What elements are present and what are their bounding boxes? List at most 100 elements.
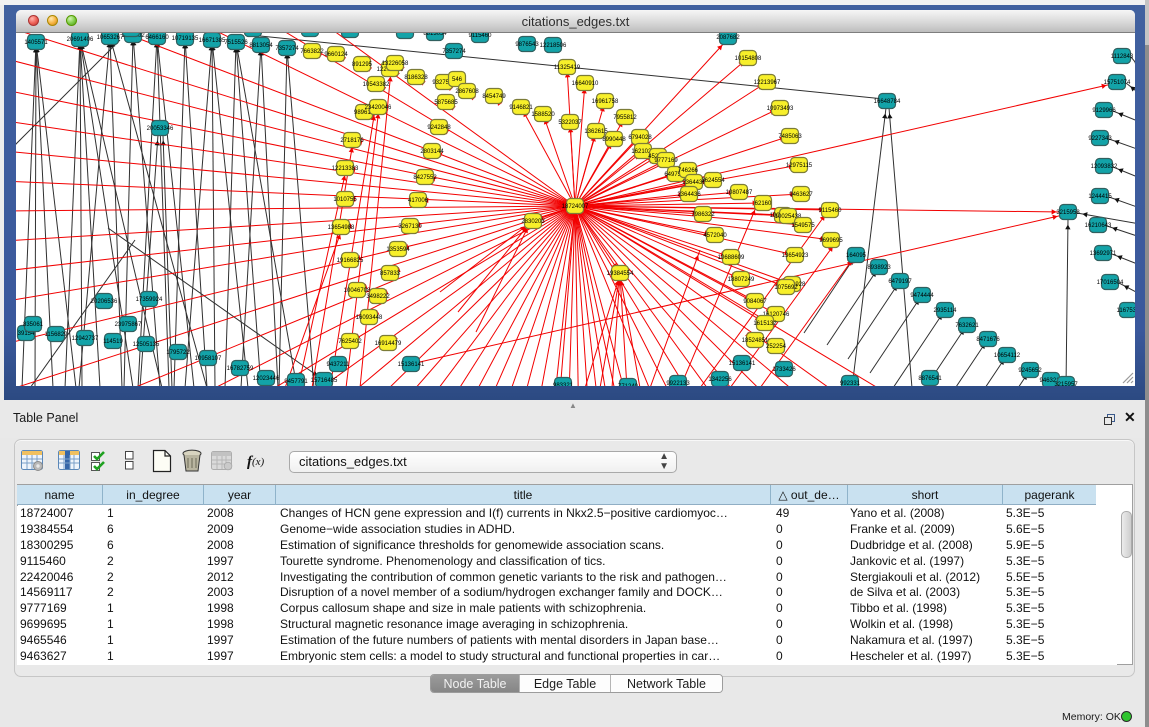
svg-text:1405571: 1405571: [24, 40, 48, 46]
svg-text:2087682: 2087682: [716, 35, 740, 41]
svg-text:6479197: 6479197: [888, 279, 912, 285]
svg-text:13692971: 13692971: [1090, 251, 1117, 257]
svg-text:252254: 252254: [766, 344, 787, 350]
svg-text:11325419: 11325419: [554, 65, 581, 71]
svg-text:8876541: 8876541: [918, 376, 942, 382]
svg-text:(x): (x): [252, 456, 265, 468]
svg-text:9084067: 9084067: [743, 299, 767, 305]
svg-text:2867608: 2867608: [455, 89, 479, 95]
svg-text:16093448: 16093448: [356, 315, 383, 321]
svg-text:20053346: 20053346: [147, 126, 174, 132]
svg-text:16640910: 16640910: [572, 81, 599, 87]
svg-text:19166825: 19166825: [337, 258, 364, 264]
svg-text:15716485: 15716485: [311, 378, 338, 384]
svg-text:16033809: 16033809: [392, 33, 419, 35]
svg-text:20691406: 20691406: [67, 37, 94, 43]
svg-text:1549575: 1549575: [791, 223, 815, 229]
svg-text:18807249: 18807249: [728, 277, 755, 283]
svg-text:3215958: 3215958: [1056, 210, 1080, 216]
svg-text:17016504: 17016504: [1097, 280, 1124, 286]
svg-text:12975115: 12975115: [786, 163, 813, 169]
svg-text:9129966: 9129966: [1092, 108, 1116, 114]
svg-text:3498222: 3498222: [366, 294, 390, 300]
svg-text:8471676: 8471676: [976, 337, 1000, 343]
svg-text:16914479: 16914479: [375, 341, 402, 347]
svg-text:6466160: 6466160: [145, 35, 169, 41]
svg-text:2830203: 2830203: [521, 219, 545, 225]
svg-text:16648784: 16648784: [874, 99, 901, 105]
svg-text:7357274: 7357274: [442, 49, 466, 55]
svg-text:9474444: 9474444: [910, 293, 934, 299]
svg-text:18300295: 18300295: [337, 33, 364, 34]
svg-text:23975867: 23975867: [115, 322, 142, 328]
svg-text:9242848: 9242848: [427, 125, 451, 131]
svg-text:746266: 746266: [678, 168, 699, 174]
svg-text:10688609: 10688609: [718, 255, 745, 261]
svg-text:2364436: 2364436: [677, 192, 701, 198]
svg-text:3215957: 3215957: [1054, 382, 1078, 386]
svg-text:4572040: 4572040: [703, 233, 727, 239]
svg-text:10154808: 10154808: [735, 56, 762, 62]
svg-text:983321: 983321: [553, 383, 574, 386]
svg-text:13226058: 13226058: [382, 61, 409, 67]
svg-text:9463627: 9463627: [789, 192, 813, 198]
svg-text:7625402: 7625402: [338, 339, 362, 345]
svg-text:1075692: 1075692: [774, 285, 798, 291]
svg-text:835061: 835061: [23, 322, 44, 328]
svg-text:9660124: 9660124: [324, 52, 348, 58]
svg-text:23420046: 23420046: [365, 105, 392, 111]
svg-text:12213967: 12213967: [754, 80, 781, 86]
svg-text:12093832: 12093832: [1091, 164, 1118, 170]
svg-text:1795722: 1795722: [166, 350, 190, 356]
svg-text:9777169: 9777169: [654, 158, 678, 164]
svg-text:8990448: 8990448: [602, 137, 626, 143]
svg-text:16961758: 16961758: [592, 99, 619, 105]
svg-text:15136141: 15136141: [729, 361, 756, 367]
svg-text:12942737: 12942737: [72, 336, 99, 342]
svg-text:7632621: 7632621: [955, 323, 979, 329]
svg-text:8813054: 8813054: [249, 43, 273, 49]
svg-text:10958107: 10958107: [195, 356, 222, 362]
svg-text:9115460: 9115460: [469, 33, 493, 39]
svg-text:1244415: 1244415: [1088, 194, 1112, 200]
svg-text:3624554: 3624554: [701, 178, 725, 184]
svg-text:8427552: 8427552: [413, 175, 437, 181]
svg-text:7515526: 7515526: [224, 40, 248, 46]
svg-text:1362615: 1362615: [584, 129, 608, 135]
svg-text:8454749: 8454749: [482, 94, 506, 100]
svg-text:771240: 771240: [618, 384, 639, 386]
svg-text:857833: 857833: [380, 271, 401, 277]
svg-text:16782759: 16782759: [227, 366, 254, 372]
svg-text:15136141: 15136141: [398, 362, 425, 368]
svg-text:19384554: 19384554: [607, 271, 634, 277]
svg-text:1156829: 1156829: [45, 332, 69, 338]
svg-text:2803144: 2803144: [420, 149, 444, 155]
svg-text:2935114: 2935114: [934, 308, 958, 314]
svg-text:5875685: 5875685: [434, 100, 458, 106]
svg-text:12213383: 12213383: [332, 166, 359, 172]
svg-text:12218506: 12218506: [540, 43, 567, 49]
svg-text:546: 546: [452, 77, 463, 83]
svg-text:7357274: 7357274: [275, 46, 299, 52]
svg-text:62160: 62160: [755, 201, 772, 207]
svg-text:3267130: 3267130: [398, 224, 422, 230]
svg-text:8186328: 8186328: [404, 75, 428, 81]
svg-text:17359924: 17359924: [136, 297, 163, 303]
svg-text:7485063: 7485063: [778, 134, 802, 140]
svg-text:8938923: 8938923: [867, 265, 891, 271]
svg-text:10807487: 10807487: [726, 190, 753, 196]
svg-text:9876543: 9876543: [515, 42, 539, 48]
svg-text:16210643: 16210643: [1085, 223, 1112, 229]
svg-text:5322037: 5322037: [558, 120, 582, 126]
svg-text:10653267: 10653267: [97, 35, 124, 41]
svg-text:1112843: 1112843: [1111, 54, 1134, 60]
svg-text:13654988: 13654988: [328, 225, 355, 231]
svg-text:9146821: 9146821: [509, 105, 533, 111]
svg-text:9437211: 9437211: [327, 362, 351, 368]
svg-text:7955812: 7955812: [613, 115, 637, 121]
svg-text:417006: 417006: [408, 198, 429, 204]
svg-text:7663822: 7663822: [300, 49, 324, 55]
svg-text:12505135: 12505135: [133, 342, 160, 348]
svg-text:164095: 164095: [846, 253, 867, 259]
svg-text:9699695: 9699695: [819, 238, 843, 244]
